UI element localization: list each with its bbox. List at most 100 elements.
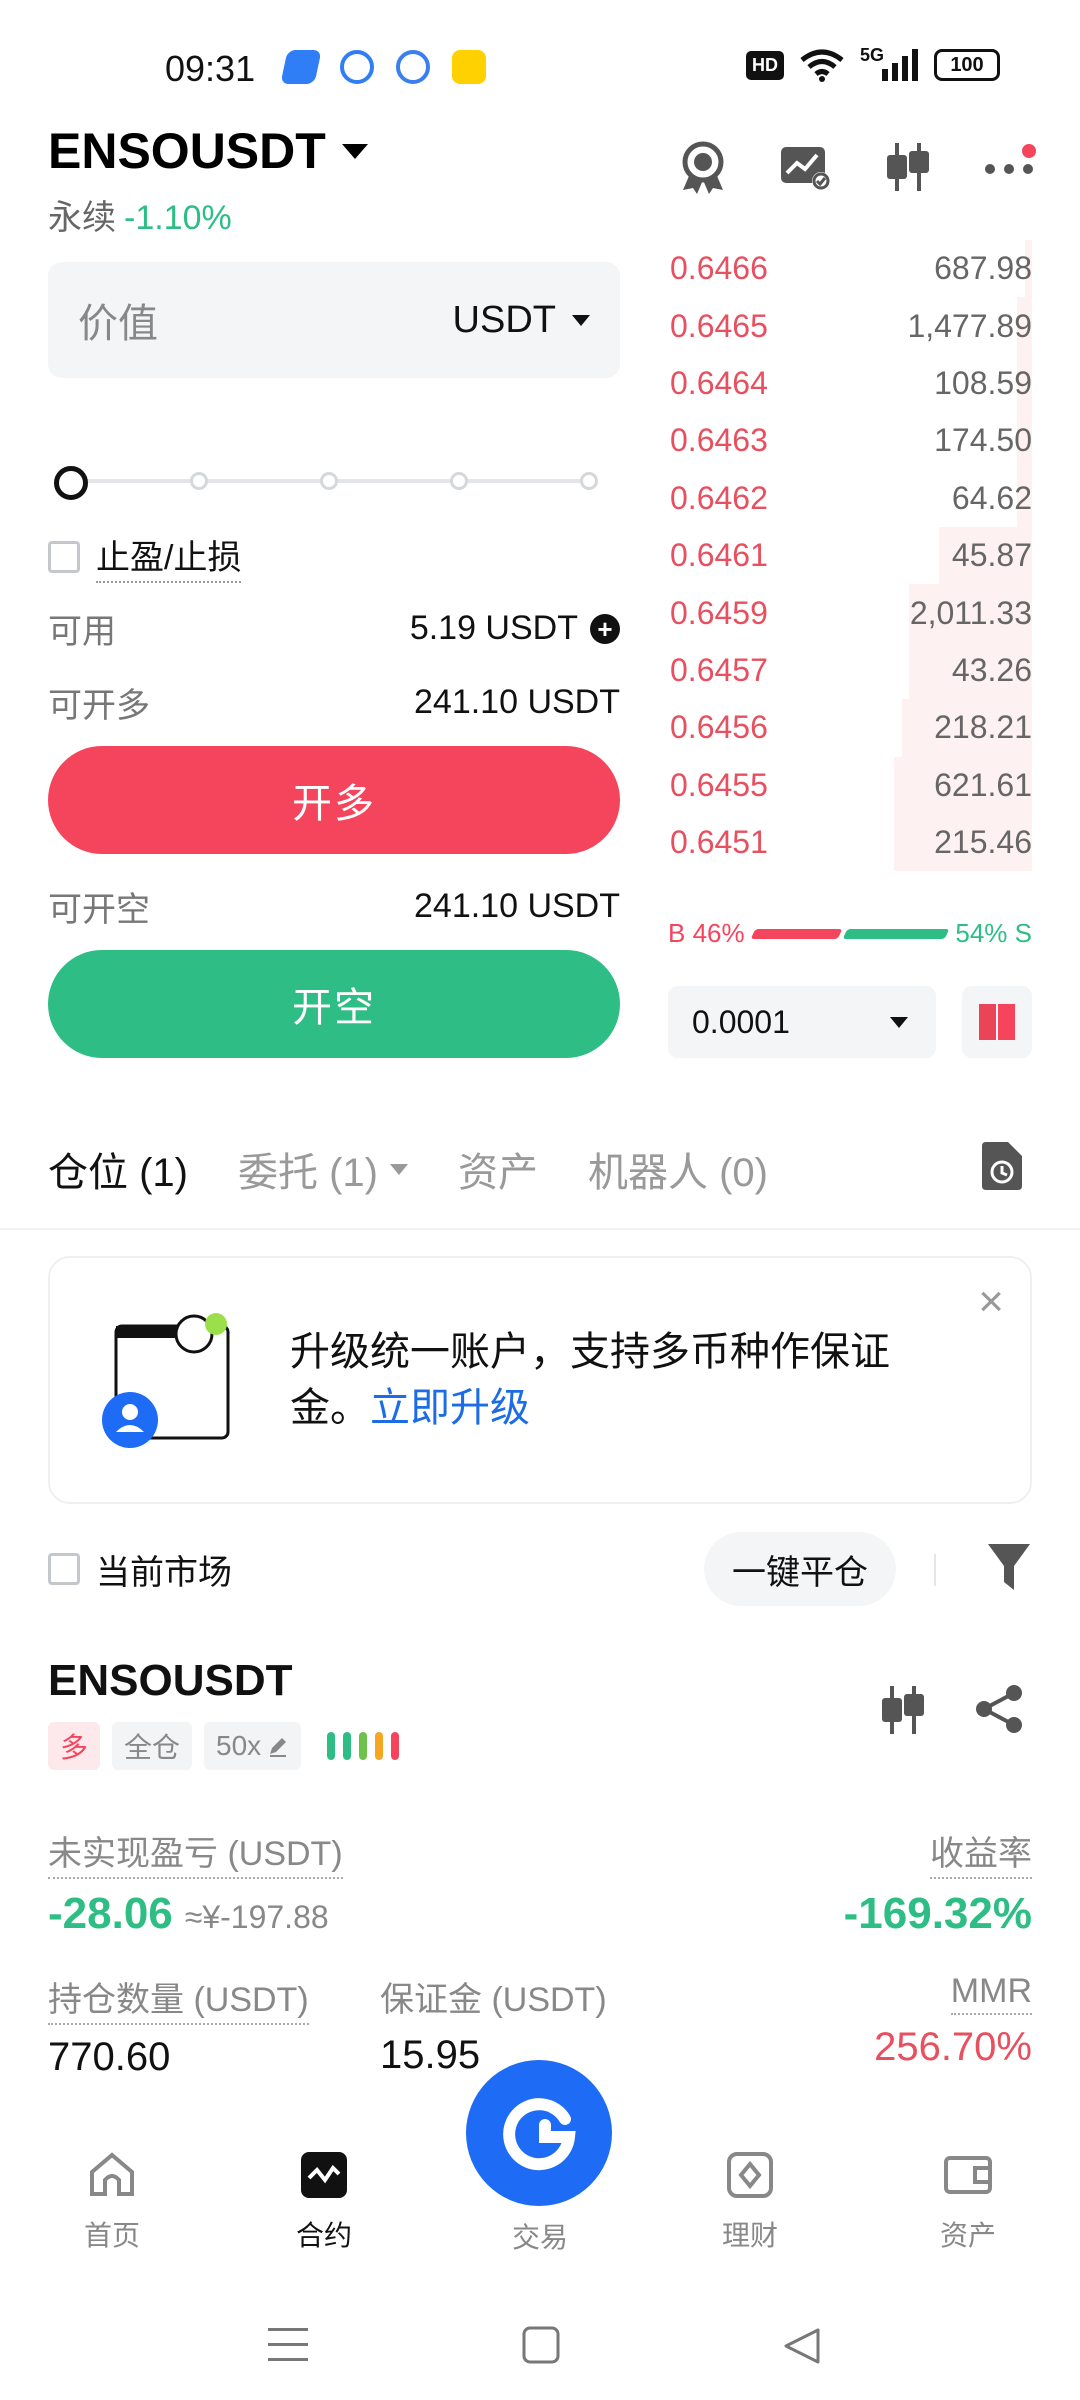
buy-ratio-bar [750,928,842,939]
home-square-icon[interactable] [522,2326,560,2369]
menu-icon[interactable] [268,2326,308,2369]
unrealized-pnl-label[interactable]: 未实现盈亏 (USDT) [48,1826,343,1879]
nav-earn[interactable]: 理财 [690,2150,810,2254]
status-app-icons [280,50,486,84]
tab-assets[interactable]: 资产 [458,1140,538,1198]
ask-row[interactable]: 0.6451 215.46 [660,813,1032,872]
price-change: -1.10% [124,199,232,237]
unit-selector[interactable]: USDT [453,299,590,342]
available-value: 5.19 USDT [409,609,578,647]
buy-sell-ratio: B 46% 54% S [668,918,1032,949]
share-icon[interactable] [974,1684,1024,1741]
status-bar: 09:31 HD 5G 100 [0,0,1080,120]
ask-row[interactable]: 0.6462 64.62 [660,469,1032,527]
ask-qty: 218.21 [934,709,1032,746]
slider-stop-75[interactable] [450,472,468,490]
ask-row[interactable]: 0.6465 1,477.89 [660,297,1032,355]
nav-futures[interactable]: 合约 [264,2150,384,2254]
signal-icon [882,49,918,81]
ask-price: 0.6459 [670,594,768,631]
position-actions [878,1684,1024,1741]
tpsl-checkbox[interactable] [48,540,80,573]
tab-label: 机器人 (0) [588,1151,768,1195]
add-funds-icon[interactable]: + [590,613,620,644]
roe: 收益率 -169.32% [844,1826,1032,1939]
contract-info: 永续 -1.10% [48,190,368,239]
ask-row[interactable]: 0.6455 621.61 [660,756,1032,814]
tab-positions[interactable]: 仓位 (1) [48,1140,188,1198]
slider-stop-25[interactable] [190,472,208,490]
slider-thumb[interactable] [54,466,88,500]
risk-bar [343,1732,352,1760]
margin-mode-tag[interactable]: 全仓 [112,1722,193,1770]
tabs-divider [0,1228,1080,1230]
position-size-label[interactable]: 持仓数量 (USDT) [48,1972,309,2025]
ask-row[interactable]: 0.6461 45.87 [660,526,1032,585]
ask-row[interactable]: 0.6456 218.21 [660,699,1032,757]
ask-price: 0.6462 [670,479,768,516]
leverage-tag[interactable]: 50x [204,1722,302,1770]
edit-icon [270,1738,287,1757]
close-all-button[interactable]: 一键平仓 [704,1532,896,1606]
max-short-label: 可开空 [48,891,150,929]
unrealized-pnl: 未实现盈亏 (USDT) -28.06 ≈¥-197.88 [48,1826,343,1939]
nav-label: 首页 [83,2220,140,2251]
status-indicators: HD 5G 100 [745,45,1000,82]
current-market-toggle[interactable]: 当前市场 [48,1545,232,1594]
current-market-checkbox[interactable] [48,1553,80,1585]
mmr-label[interactable]: MMR [950,1972,1032,2015]
max-long-label: 可开多 [48,687,150,725]
more-icon[interactable] [982,140,1036,194]
open-long-button[interactable]: 开多 [48,746,620,854]
leverage-value: 50x [216,1730,262,1761]
trade-fab-button[interactable] [466,2060,612,2206]
open-short-button[interactable]: 开空 [48,950,620,1058]
mmr-value: 256.70% [874,2025,1032,2069]
symbol-selector[interactable]: ENSOUSDT [48,122,368,180]
ask-row[interactable]: 0.6459 2,011.33 [660,584,1032,642]
candlestick-icon[interactable] [878,1684,926,1741]
amount-slider[interactable] [54,466,606,500]
ask-qty: 621.61 [934,766,1032,803]
max-long-row: 可开多 241.10 USDT [48,678,620,727]
mmr: MMR 256.70% [874,1972,1032,2070]
filter-icon[interactable] [986,1542,1032,1597]
ask-price: 0.6457 [670,651,768,688]
risk-bar [359,1732,368,1760]
orderbook-layout-button[interactable] [962,986,1032,1058]
nav-assets[interactable]: 资产 [908,2150,1028,2254]
tab-bots[interactable]: 机器人 (0) [588,1140,768,1198]
ask-row[interactable]: 0.6466 687.98 [660,240,1032,298]
price-precision-select[interactable]: 0.0001 [668,986,936,1058]
candlestick-icon[interactable] [880,140,934,194]
divider [934,1554,936,1586]
nav-label: 合约 [295,2220,352,2251]
ask-row[interactable]: 0.6464 108.59 [660,354,1032,413]
slider-stop-100[interactable] [580,472,598,490]
max-short-value: 241.10 USDT [414,887,620,925]
upgrade-account-banner[interactable]: 升级统一账户，支持多币种作保证金。立即升级 × [48,1256,1032,1504]
earn-icon [725,2150,775,2200]
ask-price: 0.6451 [670,824,768,861]
close-icon[interactable]: × [978,1280,1004,1324]
nav-home[interactable]: 首页 [52,2150,172,2254]
slider-stop-50[interactable] [320,472,338,490]
upgrade-link[interactable]: 立即升级 [370,1386,530,1430]
badge-icon[interactable] [676,140,730,194]
ask-price: 0.6466 [670,250,768,287]
order-history-icon[interactable] [978,1142,1022,1195]
nav-label: 理财 [721,2220,778,2251]
nav-trade-label[interactable]: 交易 [480,2216,600,2256]
chart-check-icon[interactable] [778,140,832,194]
tpsl-toggle[interactable]: 止盈/止损 [48,530,242,583]
order-value-input[interactable]: 价值 USDT [48,262,620,378]
tab-orders[interactable]: 委托 (1) [238,1140,408,1198]
roe-label[interactable]: 收益率 [930,1826,1032,1879]
ask-qty: 43.26 [951,651,1032,688]
tab-label: 委托 (1) [238,1151,378,1195]
symbol-header[interactable]: ENSOUSDT 永续 -1.10% [48,122,368,239]
ask-row[interactable]: 0.6463 174.50 [660,412,1032,470]
position-symbol[interactable]: ENSOUSDT [48,1656,292,1706]
back-icon[interactable] [782,2326,822,2371]
ask-row[interactable]: 0.6457 43.26 [660,641,1032,700]
